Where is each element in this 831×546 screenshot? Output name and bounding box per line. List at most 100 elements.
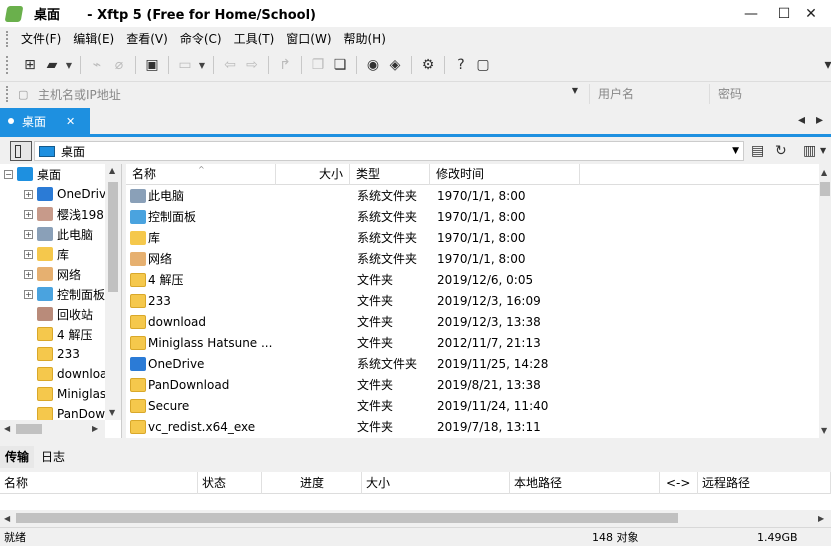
properties-icon[interactable]: ▣	[141, 54, 163, 76]
file-row[interactable]: PanDownload 文件夹 2019/8/21, 13:38	[126, 375, 816, 396]
toolbar-overflow-icon[interactable]: ▾	[824, 54, 831, 76]
tree-expander-icon[interactable]: +	[24, 269, 33, 279]
scroll-down-icon[interactable]: ▼	[109, 408, 115, 417]
file-row[interactable]: 控制面板 系统文件夹 1970/1/1, 8:00	[126, 207, 816, 228]
file-row[interactable]: 4 解压 文件夹 2019/12/6, 0:05	[126, 270, 816, 291]
transfer-icon[interactable]: ↱	[274, 54, 296, 76]
tab-transfer[interactable]: 传输	[0, 446, 35, 468]
transfer-column-progress[interactable]: 进度	[262, 472, 362, 494]
password-input[interactable]: 密码	[709, 84, 831, 104]
tree-item[interactable]: + 樱浅198	[24, 204, 104, 224]
path-input[interactable]: 桌面 ▼	[34, 141, 744, 161]
tree-expander-icon[interactable]: +	[24, 249, 33, 259]
tab-desktop[interactable]: 桌面 ✕	[0, 108, 90, 134]
tree-expander-icon[interactable]: −	[4, 169, 13, 179]
forward-icon[interactable]: ⇨	[241, 54, 263, 76]
scroll-down-icon[interactable]: ▼	[821, 426, 827, 435]
open-folder-icon[interactable]: ▰	[41, 54, 63, 76]
tab-next-icon[interactable]: ▸	[816, 112, 823, 128]
settings-gear-icon[interactable]: ⚙	[417, 54, 439, 76]
toggle-tree-button[interactable]	[10, 141, 32, 161]
tab-log[interactable]: 日志	[36, 446, 70, 468]
view-mode-icon[interactable]: ▥	[803, 143, 816, 159]
file-row[interactable]: Secure 文件夹 2019/11/24, 11:40	[126, 396, 816, 417]
menu-window[interactable]: 窗口(W)	[280, 28, 337, 50]
tree-item[interactable]: + 库	[24, 244, 69, 264]
transfer-column-remote-path[interactable]: 远程路径	[698, 472, 831, 494]
username-input[interactable]: 用户名	[589, 84, 709, 104]
tab-close-icon[interactable]: ✕	[66, 115, 75, 128]
refresh-icon[interactable]: ↻	[775, 143, 787, 159]
tree-expander-icon[interactable]: +	[24, 229, 33, 239]
file-row[interactable]: 网络 系统文件夹 1970/1/1, 8:00	[126, 249, 816, 270]
file-row[interactable]: Miniglass Hatsune ... 文件夹 2012/11/7, 21:13	[126, 333, 816, 354]
path-dropdown-icon[interactable]: ▼	[732, 146, 739, 156]
toolbar-grip[interactable]	[6, 56, 9, 74]
transfer-column-name[interactable]: 名称	[0, 472, 198, 494]
tree-expander-icon[interactable]: +	[24, 209, 33, 219]
back-icon[interactable]: ⇦	[219, 54, 241, 76]
scroll-left-icon[interactable]: ◀	[4, 424, 10, 433]
connect-icon[interactable]: ⌁	[86, 54, 108, 76]
menu-tools[interactable]: 工具(T)	[228, 28, 281, 50]
tree-item[interactable]: + 此电脑	[24, 224, 93, 244]
menu-grip[interactable]	[6, 31, 9, 47]
column-size[interactable]: 大小	[276, 164, 350, 185]
tree-item[interactable]: − 桌面	[4, 164, 61, 184]
scroll-up-icon[interactable]: ▲	[821, 168, 827, 177]
file-row[interactable]: download 文件夹 2019/12/3, 13:38	[126, 312, 816, 333]
folder-tree[interactable]: PanDownloadMiniglassdownload2334 解压回收站+控…	[0, 164, 122, 438]
disconnect-icon[interactable]: ⌀	[108, 54, 130, 76]
terminal-icon[interactable]: ▭	[174, 54, 196, 76]
file-row[interactable]: vc_redist.x64_exe 文件夹 2019/7/18, 13:11	[126, 417, 816, 438]
scroll-up-icon[interactable]: ▲	[109, 166, 115, 175]
transfer-column-status[interactable]: 状态	[198, 472, 262, 494]
terminal-dropdown-icon[interactable]: ▼	[196, 54, 208, 76]
scroll-right-icon[interactable]: ▶	[818, 514, 824, 523]
file-row[interactable]: OneDrive 系统文件夹 2019/11/25, 14:28	[126, 354, 816, 375]
view-mode-dropdown-icon[interactable]: ▼	[820, 146, 826, 155]
host-dropdown-icon[interactable]: ▼	[572, 86, 578, 95]
close-window-button[interactable]: ✕	[791, 0, 831, 27]
file-row[interactable]: 此电脑 系统文件夹 1970/1/1, 8:00	[126, 186, 816, 207]
tree-horizontal-scrollbar[interactable]: ◀ ▶	[0, 420, 105, 438]
file-list-vertical-scrollbar[interactable]: ▲ ▼	[819, 164, 831, 438]
transfer-column-direction[interactable]: <->	[660, 472, 698, 494]
list-scroll-thumb[interactable]	[820, 182, 830, 196]
tree-item[interactable]: + 控制面板	[24, 284, 105, 304]
tree-item[interactable]: 4 解压	[24, 324, 92, 344]
scroll-right-icon[interactable]: ▶	[92, 424, 98, 433]
transfer-column-local-path[interactable]: 本地路径	[510, 472, 660, 494]
transfer-hscroll-thumb[interactable]	[16, 513, 678, 523]
column-modified[interactable]: 修改时间	[430, 164, 580, 185]
tree-item[interactable]: Miniglass	[24, 384, 112, 404]
tree-item[interactable]: 233	[24, 344, 80, 364]
menu-view[interactable]: 查看(V)	[120, 28, 174, 50]
tree-vertical-scrollbar[interactable]: ▲ ▼	[105, 164, 121, 420]
open-dropdown-icon[interactable]: ▼	[63, 54, 75, 76]
tree-item[interactable]: download	[24, 364, 115, 384]
file-row[interactable]: 233 文件夹 2019/12/3, 16:09	[126, 291, 816, 312]
menu-help[interactable]: 帮助(H)	[338, 28, 392, 50]
new-session-icon[interactable]: ⊞	[19, 54, 41, 76]
xftp-icon[interactable]: ◈	[384, 54, 406, 76]
transfer-list[interactable]	[0, 494, 831, 510]
column-type[interactable]: 类型	[350, 164, 430, 185]
chat-icon[interactable]: ▢	[472, 54, 494, 76]
column-name[interactable]: 名称 ^	[126, 164, 276, 185]
tab-prev-icon[interactable]: ◂	[798, 112, 805, 128]
tree-item[interactable]: + 网络	[24, 264, 81, 284]
scroll-left-icon[interactable]: ◀	[4, 514, 10, 523]
menu-command[interactable]: 命令(C)	[174, 28, 228, 50]
file-row[interactable]: 库 系统文件夹 1970/1/1, 8:00	[126, 228, 816, 249]
parent-folder-icon[interactable]: ▤	[751, 143, 764, 159]
menu-edit[interactable]: 编辑(E)	[67, 28, 120, 50]
transfer-column-size[interactable]: 大小	[362, 472, 510, 494]
address-grip[interactable]	[6, 85, 9, 102]
tree-expander-icon[interactable]: +	[24, 289, 33, 299]
tree-hscroll-thumb[interactable]	[16, 424, 42, 434]
tree-scroll-thumb[interactable]	[108, 182, 118, 292]
tree-item[interactable]: 回收站	[24, 304, 93, 324]
tree-expander-icon[interactable]: +	[24, 189, 33, 199]
transfer-horizontal-scrollbar[interactable]: ◀ ▶	[0, 510, 831, 526]
